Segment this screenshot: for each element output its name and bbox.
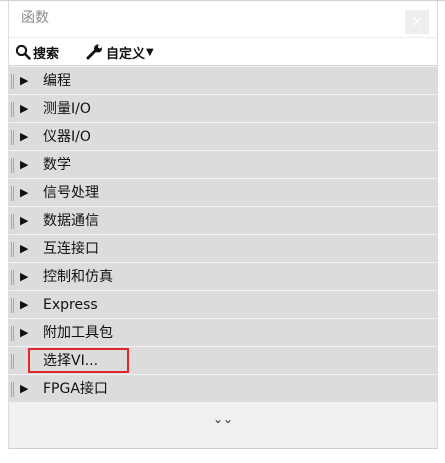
category-label: 仪器I/O [43, 129, 91, 145]
drag-handle-icon [11, 382, 14, 397]
category-label: 数学 [43, 157, 71, 173]
drag-handle-icon [11, 158, 14, 173]
category-label: 数据通信 [43, 213, 99, 229]
expand-arrow-icon: ▶ [20, 158, 29, 171]
search-button[interactable]: 搜索 [15, 42, 59, 62]
page: 函数 × 搜索 自定义 ▼ ▶ 编程 ▶ 测量I/O ▶ 仪器I/O ▶ 数学 … [0, 0, 445, 463]
double-chevron-down-icon: ⌄⌄ [212, 412, 234, 426]
expand-arrow-icon: ▶ [20, 186, 29, 199]
drag-handle-icon [11, 270, 14, 285]
drag-handle-icon [11, 298, 14, 313]
palette-title: 函数 [21, 10, 49, 26]
drag-handle-icon [11, 74, 14, 89]
category-label: 控制和仿真 [43, 269, 113, 285]
expand-more-button[interactable]: ⌄⌄ [9, 407, 437, 432]
expand-arrow-icon: ▶ [20, 74, 29, 87]
category-row-signal-processing[interactable]: ▶ 信号处理 [9, 179, 437, 207]
customize-label: 自定义 [106, 46, 146, 62]
expand-arrow-icon: ▶ [20, 382, 29, 395]
expand-arrow-icon: ▶ [20, 130, 29, 143]
expand-arrow-icon: ▶ [20, 270, 29, 283]
expand-arrow-icon: ▶ [20, 298, 29, 311]
drag-handle-icon [11, 242, 14, 257]
drag-handle-icon [11, 102, 14, 117]
category-label: 信号处理 [43, 185, 99, 201]
palette-titlebar: 函数 × [9, 1, 437, 37]
category-row-mathematics[interactable]: ▶ 数学 [9, 151, 437, 179]
category-row-fpga-interface[interactable]: ▶ FPGA接口 [9, 375, 437, 403]
category-row-data-communication[interactable]: ▶ 数据通信 [9, 207, 437, 235]
drag-handle-icon [11, 326, 14, 341]
search-label: 搜索 [33, 46, 60, 62]
close-icon: × [411, 14, 423, 30]
category-list: ▶ 编程 ▶ 测量I/O ▶ 仪器I/O ▶ 数学 ▶ 信号处理 ▶ 数据通信 … [9, 67, 437, 403]
category-row-express[interactable]: ▶ Express [9, 291, 437, 319]
category-label: 附加工具包 [43, 325, 113, 341]
category-label: Express [43, 297, 98, 313]
category-row-connectivity[interactable]: ▶ 互连接口 [9, 235, 437, 263]
category-row-programming[interactable]: ▶ 编程 [9, 67, 437, 95]
expand-arrow-icon: ▶ [20, 242, 29, 255]
drag-handle-icon [11, 186, 14, 201]
expand-arrow-icon: ▶ [20, 214, 29, 227]
drag-handle-icon [11, 130, 14, 145]
select-vi-item[interactable]: 选择VI... [9, 347, 437, 375]
palette-toolbar: 搜索 自定义 ▼ [9, 37, 437, 66]
customize-button[interactable]: 自定义 ▼ [86, 42, 154, 62]
drag-handle-icon [11, 354, 14, 369]
dropdown-caret-icon: ▼ [146, 46, 154, 58]
category-label: FPGA接口 [43, 381, 108, 397]
category-label: 互连接口 [43, 241, 99, 257]
expand-arrow-icon: ▶ [20, 326, 29, 339]
close-button[interactable]: × [405, 10, 429, 34]
category-label: 测量I/O [43, 101, 91, 117]
category-row-addons[interactable]: ▶ 附加工具包 [9, 319, 437, 347]
search-icon [15, 44, 31, 60]
wrench-icon [86, 44, 104, 60]
drag-handle-icon [11, 214, 14, 229]
category-row-measurement-io[interactable]: ▶ 测量I/O [9, 95, 437, 123]
functions-palette: 函数 × 搜索 自定义 ▼ ▶ 编程 ▶ 测量I/O ▶ 仪器I/O ▶ 数学 … [8, 1, 438, 449]
category-label: 编程 [43, 73, 71, 89]
highlight-box [28, 348, 129, 373]
expand-arrow-icon: ▶ [20, 102, 29, 115]
category-row-instrument-io[interactable]: ▶ 仪器I/O [9, 123, 437, 151]
category-row-control-simulation[interactable]: ▶ 控制和仿真 [9, 263, 437, 291]
